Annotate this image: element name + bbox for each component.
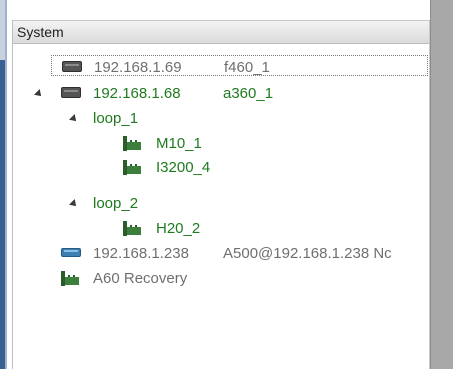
tree-row-label: M10_1 [156,135,202,152]
system-tree: 192.168.1.69 f460_1 192.168.1.68 a360_1 … [13,43,429,369]
system-header[interactable]: System [13,20,429,44]
device-icon [62,61,82,72]
tree-row-m10[interactable]: M10_1 [13,132,429,154]
tree-row-ip: 192.168.1.238 [93,245,189,262]
tree-row-a500[interactable]: 192.168.1.238 A500@192.168.1.238 Nc [13,242,429,264]
tree-row-name: a360_1 [223,85,274,102]
device-icon [61,248,81,257]
tree-row-loop-1[interactable]: loop_1 [13,107,429,129]
tree-row-ip: 192.168.1.68 [93,85,181,102]
module-icon [123,160,141,175]
tree-row-label: loop_2 [93,195,139,212]
left-edge-highlight [5,0,7,369]
tree-row-label: A60 Recovery [93,270,188,287]
device-icon [61,87,81,98]
system-panel: System 192.168.1.69 f460_1 192.168.1.68 … [12,20,430,369]
tree-row-a60-recovery[interactable]: A60 Recovery [13,267,429,289]
tree-row-name: A500@192.168.1.238 Nc [223,245,392,262]
tree-row-a360[interactable]: 192.168.1.68 a360_1 [13,82,429,104]
collapse-arrow-icon[interactable] [69,114,79,124]
tree-row-ip: 192.168.1.69 [94,59,182,76]
right-gray-panel [430,0,453,369]
tree-row-label: I3200_4 [156,159,211,176]
module-icon [61,271,79,286]
tree-row-label: loop_1 [93,110,139,127]
tree-row-loop-2[interactable]: loop_2 [13,192,429,214]
module-icon [123,136,141,151]
system-header-label: System [17,24,64,40]
tree-row-h20[interactable]: H20_2 [13,217,429,239]
module-icon [123,221,141,236]
tree-row-f460[interactable]: 192.168.1.69 f460_1 [51,55,428,76]
collapse-arrow-icon[interactable] [34,89,44,99]
tree-row-label: H20_2 [156,220,201,237]
top-border [0,0,453,10]
tree-row-name: f460_1 [224,59,270,76]
collapse-arrow-icon[interactable] [69,199,79,209]
tree-row-i3200[interactable]: I3200_4 [13,156,429,178]
